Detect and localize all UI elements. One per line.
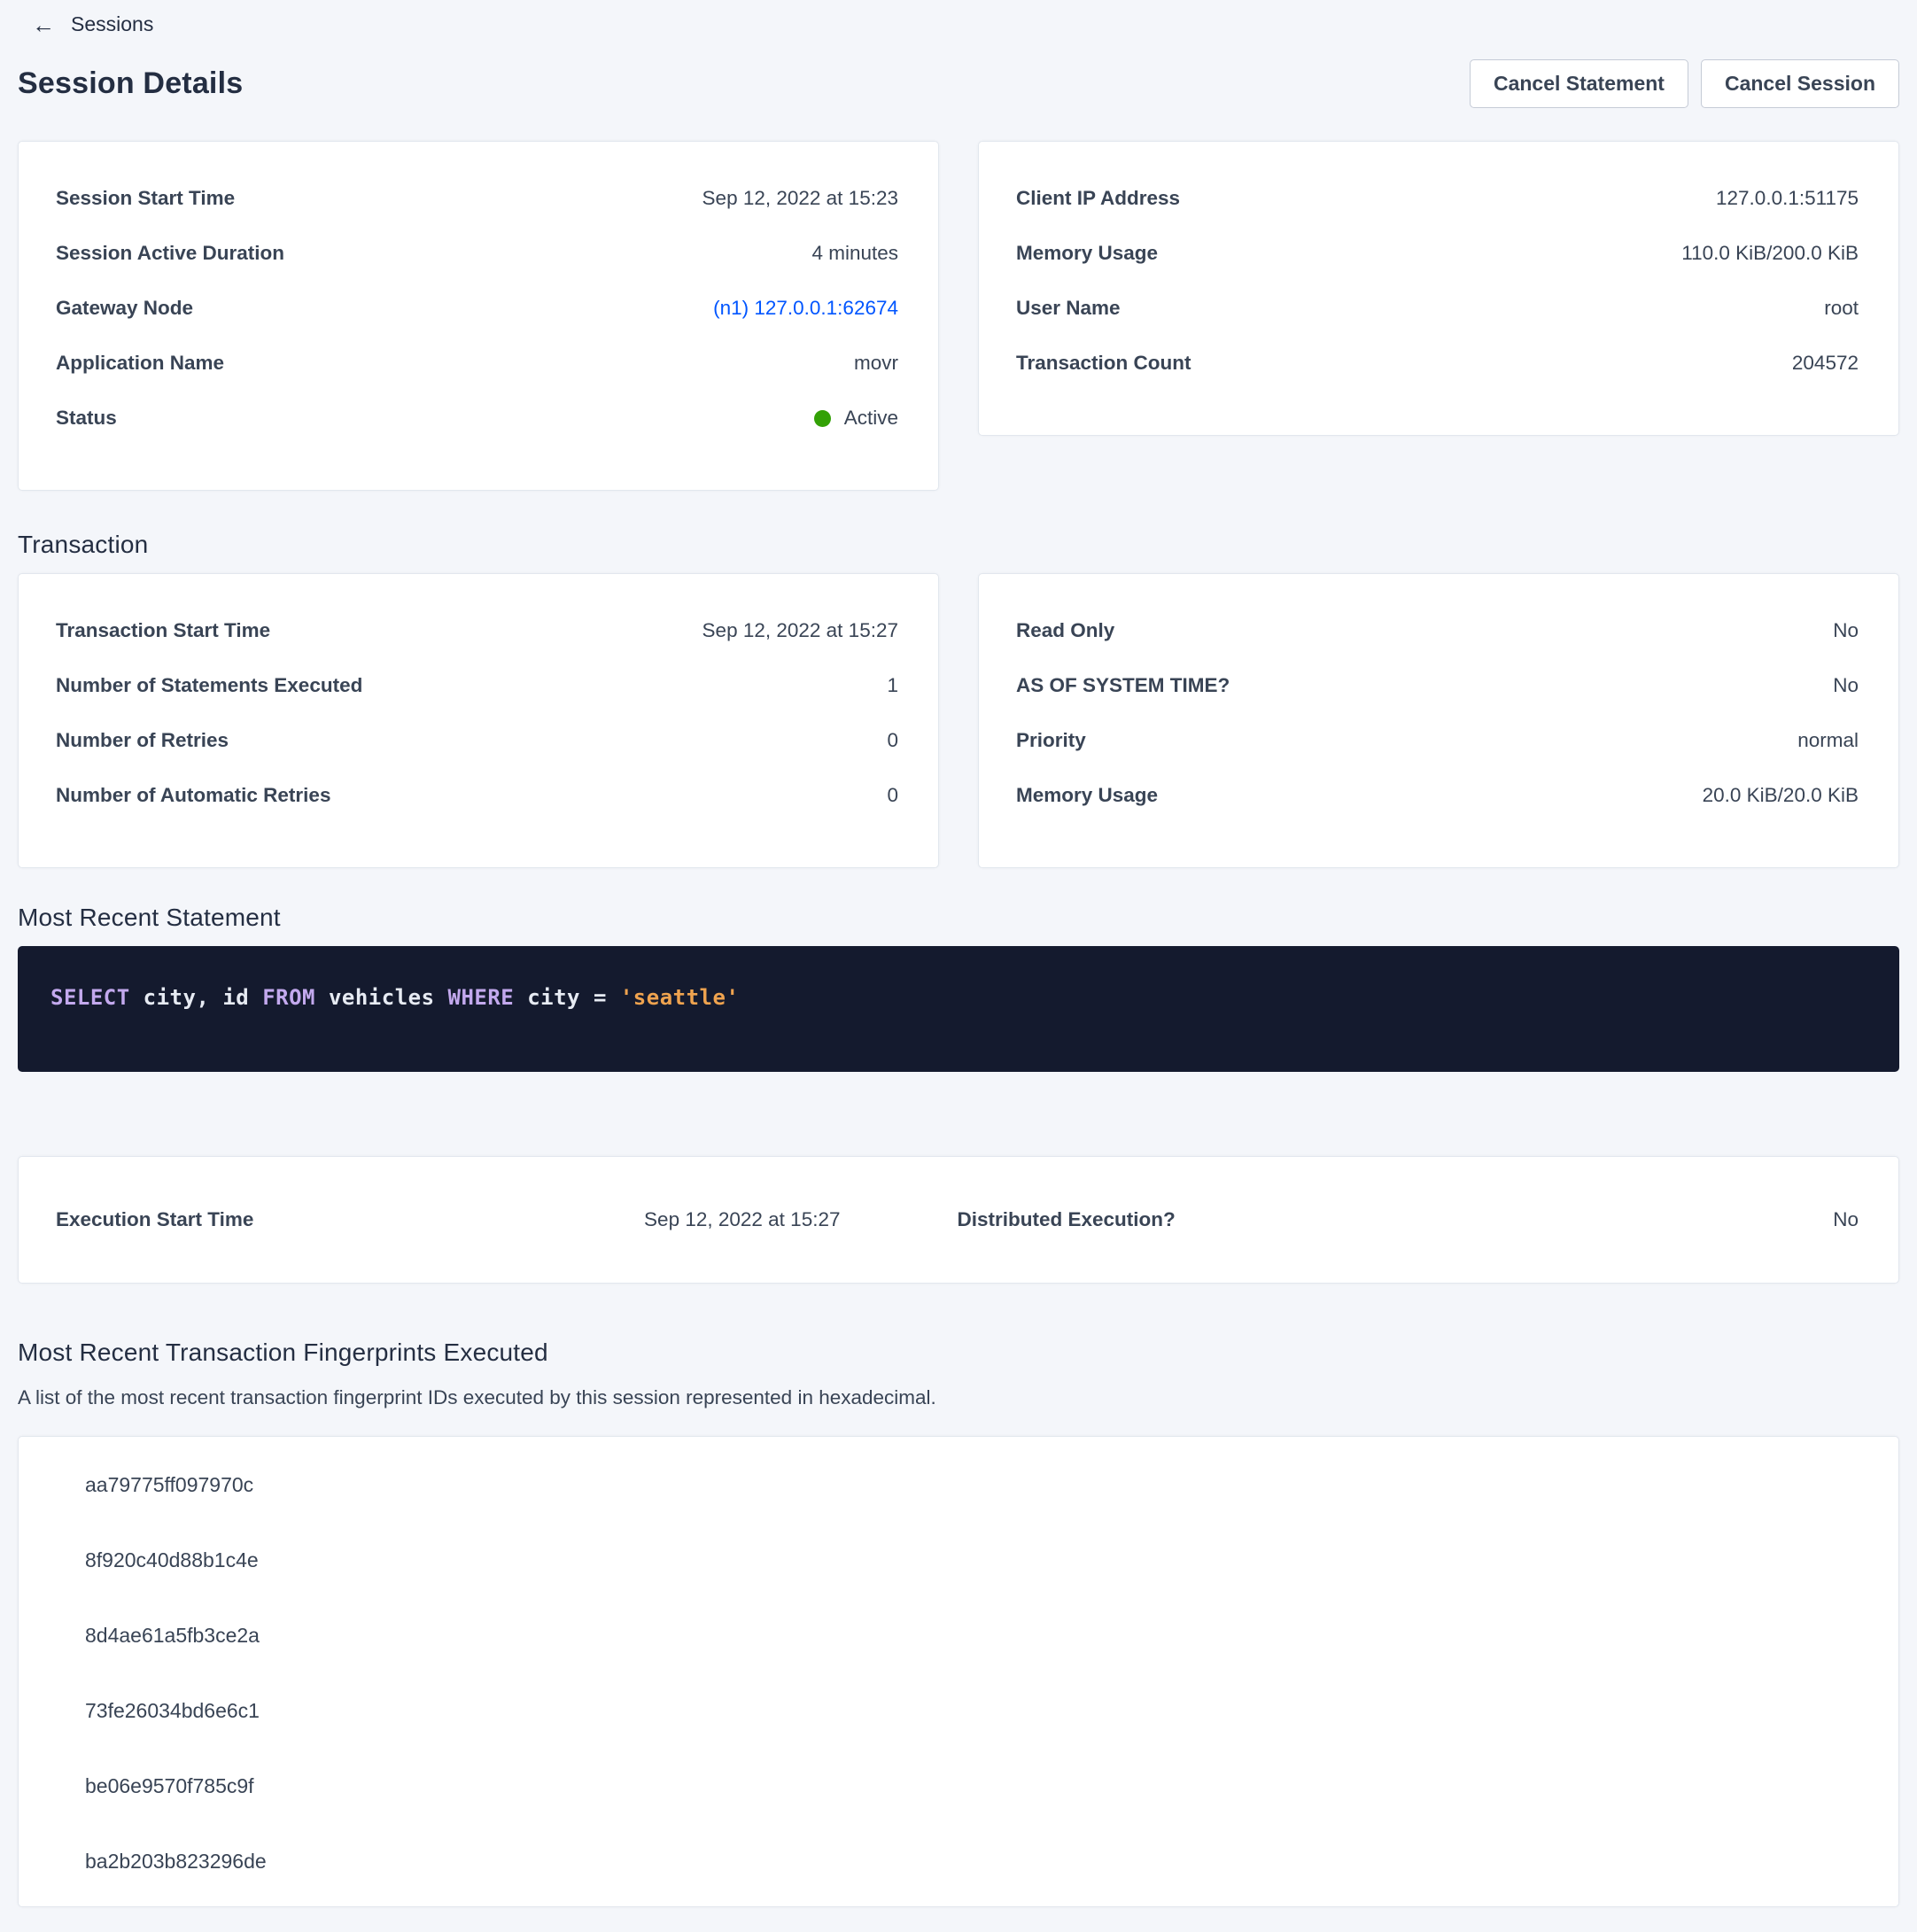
fingerprints-card: aa79775ff097970c 8f920c40d88b1c4e 8d4ae6…: [18, 1436, 1899, 1907]
session-start-time-row: Session Start Time Sep 12, 2022 at 15:23: [56, 171, 898, 226]
statements-executed-row: Number of Statements Executed 1: [56, 658, 898, 713]
session-memory-usage-row: Memory Usage 110.0 KiB/200.0 KiB: [1016, 226, 1859, 281]
priority-value: normal: [1797, 729, 1859, 752]
statements-executed-value: 1: [887, 674, 898, 697]
status-value: Active: [814, 407, 898, 430]
as-of-system-time-value: No: [1833, 674, 1859, 697]
back-arrow-icon: ←: [32, 13, 55, 36]
read-only-row: Read Only No: [1016, 603, 1859, 658]
status-badge: Active: [844, 407, 898, 430]
fingerprint-item: ba2b203b823296de: [85, 1824, 1859, 1899]
execution-card: Execution Start Time Sep 12, 2022 at 15:…: [18, 1156, 1899, 1284]
breadcrumb-label: Sessions: [71, 12, 153, 36]
automatic-retries-value: 0: [887, 784, 898, 807]
sql-statement-code: SELECT city, id FROM vehicles WHERE city…: [50, 985, 739, 1010]
application-name-row: Application Name movr: [56, 336, 898, 391]
read-only-value: No: [1833, 619, 1859, 642]
status-row: Status Active: [56, 391, 898, 446]
transaction-start-time-value: Sep 12, 2022 at 15:27: [702, 619, 898, 642]
user-name-value: root: [1824, 297, 1859, 320]
client-ip-row: Client IP Address 127.0.0.1:51175: [1016, 171, 1859, 226]
title-row: Session Details Cancel Statement Cancel …: [18, 59, 1899, 108]
priority-label: Priority: [1016, 729, 1086, 752]
execution-start-time-row: Execution Start Time Sep 12, 2022 at 15:…: [56, 1192, 958, 1247]
retries-label: Number of Retries: [56, 729, 229, 752]
application-name-label: Application Name: [56, 352, 224, 375]
user-name-label: User Name: [1016, 297, 1121, 320]
statements-executed-label: Number of Statements Executed: [56, 674, 362, 697]
session-memory-usage-label: Memory Usage: [1016, 242, 1158, 265]
distributed-execution-value: No: [1833, 1208, 1859, 1231]
cancel-session-button[interactable]: Cancel Session: [1701, 59, 1899, 108]
fingerprint-item: aa79775ff097970c: [85, 1447, 1859, 1523]
transaction-start-time-row: Transaction Start Time Sep 12, 2022 at 1…: [56, 603, 898, 658]
session-stats-card: Client IP Address 127.0.0.1:51175 Memory…: [978, 141, 1899, 436]
page-title: Session Details: [18, 66, 243, 101]
transaction-section-heading: Transaction: [18, 531, 1899, 559]
header-actions: Cancel Statement Cancel Session: [1470, 59, 1899, 108]
transaction-info-card: Transaction Start Time Sep 12, 2022 at 1…: [18, 573, 939, 868]
session-start-time-label: Session Start Time: [56, 187, 235, 210]
status-label: Status: [56, 407, 117, 430]
transaction-memory-usage-row: Memory Usage 20.0 KiB/20.0 KiB: [1016, 768, 1859, 823]
transaction-memory-usage-value: 20.0 KiB/20.0 KiB: [1703, 784, 1859, 807]
fingerprint-item: 8d4ae61a5fb3ce2a: [85, 1598, 1859, 1673]
breadcrumb[interactable]: ← Sessions: [18, 9, 153, 36]
sql-token-keyword: WHERE: [448, 985, 515, 1010]
client-ip-label: Client IP Address: [1016, 187, 1180, 210]
execution-start-time-label: Execution Start Time: [56, 1208, 253, 1231]
cancel-statement-button[interactable]: Cancel Statement: [1470, 59, 1688, 108]
transaction-cards-row: Transaction Start Time Sep 12, 2022 at 1…: [18, 573, 1899, 868]
transaction-memory-usage-label: Memory Usage: [1016, 784, 1158, 807]
sql-token-keyword: SELECT: [50, 985, 130, 1010]
execution-start-time-value: Sep 12, 2022 at 15:27: [644, 1208, 840, 1231]
session-active-duration-row: Session Active Duration 4 minutes: [56, 226, 898, 281]
transaction-props-card: Read Only No AS OF SYSTEM TIME? No Prior…: [978, 573, 1899, 868]
application-name-value: movr: [854, 352, 898, 375]
sql-token-plain: vehicles: [315, 985, 448, 1010]
client-ip-value: 127.0.0.1:51175: [1716, 187, 1859, 210]
fingerprints-section-heading: Most Recent Transaction Fingerprints Exe…: [18, 1338, 1899, 1367]
session-memory-usage-value: 110.0 KiB/200.0 KiB: [1681, 242, 1859, 265]
priority-row: Priority normal: [1016, 713, 1859, 768]
gateway-node-label: Gateway Node: [56, 297, 193, 320]
statement-section-heading: Most Recent Statement: [18, 904, 1899, 932]
sql-token-string: 'seattle': [620, 985, 740, 1010]
fingerprint-item: 8f920c40d88b1c4e: [85, 1523, 1859, 1598]
session-start-time-value: Sep 12, 2022 at 15:23: [702, 187, 898, 210]
sql-token-keyword: FROM: [262, 985, 315, 1010]
transaction-count-row: Transaction Count 204572: [1016, 336, 1859, 391]
session-active-duration-label: Session Active Duration: [56, 242, 284, 265]
active-status-dot-icon: [814, 410, 831, 427]
distributed-execution-label: Distributed Execution?: [958, 1208, 1176, 1231]
transaction-count-label: Transaction Count: [1016, 352, 1191, 375]
transaction-count-value: 204572: [1792, 352, 1859, 375]
transaction-start-time-label: Transaction Start Time: [56, 619, 270, 642]
read-only-label: Read Only: [1016, 619, 1114, 642]
session-details-page: ← Sessions Session Details Cancel Statem…: [0, 0, 1917, 1932]
fingerprints-description: A list of the most recent transaction fi…: [18, 1386, 1899, 1409]
fingerprint-item: 73fe26034bd6e6c1: [85, 1673, 1859, 1749]
session-cards-row: Session Start Time Sep 12, 2022 at 15:23…: [18, 141, 1899, 491]
as-of-system-time-label: AS OF SYSTEM TIME?: [1016, 674, 1230, 697]
distributed-execution-row: Distributed Execution? No: [958, 1192, 1859, 1247]
sql-statement-box: SELECT city, id FROM vehicles WHERE city…: [18, 946, 1899, 1072]
fingerprint-item: be06e9570f785c9f: [85, 1749, 1859, 1824]
gateway-node-row: Gateway Node (n1) 127.0.0.1:62674: [56, 281, 898, 336]
session-active-duration-value: 4 minutes: [811, 242, 898, 265]
sql-token-plain: city =: [514, 985, 620, 1010]
retries-value: 0: [887, 729, 898, 752]
automatic-retries-row: Number of Automatic Retries 0: [56, 768, 898, 823]
as-of-system-time-row: AS OF SYSTEM TIME? No: [1016, 658, 1859, 713]
user-name-row: User Name root: [1016, 281, 1859, 336]
session-info-card: Session Start Time Sep 12, 2022 at 15:23…: [18, 141, 939, 491]
sql-token-plain: city, id: [130, 985, 263, 1010]
retries-row: Number of Retries 0: [56, 713, 898, 768]
gateway-node-link[interactable]: (n1) 127.0.0.1:62674: [713, 297, 898, 320]
automatic-retries-label: Number of Automatic Retries: [56, 784, 330, 807]
